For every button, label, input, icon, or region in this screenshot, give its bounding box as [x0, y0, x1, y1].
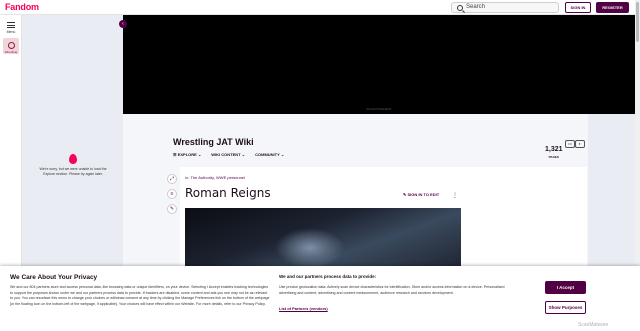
- sign-in-button[interactable]: SIGN IN: [565, 2, 591, 13]
- edit-pencil-icon[interactable]: ✎: [167, 204, 177, 214]
- discussions-button[interactable]: ▭: [565, 140, 575, 148]
- expand-icon[interactable]: ⤢: [167, 174, 177, 184]
- video-player[interactable]: ADVERTISEMENT: [123, 15, 635, 114]
- global-navigation: Fandom Search SIGN IN REGISTER: [0, 0, 640, 15]
- nav-community[interactable]: COMMUNITY ⌄: [255, 152, 284, 157]
- article-image: [185, 208, 461, 268]
- category-link[interactable]: The Authority: [191, 175, 214, 180]
- scrollbar-thumb[interactable]: [636, 2, 639, 42]
- register-button[interactable]: REGISTER: [596, 2, 629, 13]
- image-highlight: [275, 228, 345, 268]
- accept-button[interactable]: I Accept: [545, 281, 586, 294]
- scanmalware-watermark: ScanMalware: [578, 322, 609, 328]
- fandom-heart-icon: [69, 154, 77, 164]
- explore-error-message: We're sorry, but we were unable to load …: [34, 154, 112, 177]
- search-placeholder: Search: [466, 4, 486, 10]
- pages-count: 1,321 PAGES: [545, 146, 563, 159]
- theme-toggle-button[interactable]: ◐: [575, 140, 585, 148]
- explore-error-text: We're sorry, but we were unable to load …: [39, 167, 107, 176]
- nav-wiki-content[interactable]: WIKI CONTENT ⌄: [211, 152, 245, 157]
- consent-purposes-body: Use precise geolocation data. Actively s…: [279, 285, 505, 295]
- consent-title: We Care About Your Privacy: [10, 274, 98, 281]
- video-ad-label: ADVERTISEMENT: [366, 107, 392, 111]
- search-input[interactable]: Search: [451, 2, 559, 13]
- breadcrumb: In: The Authority, WWE personnel: [185, 175, 245, 180]
- category-link[interactable]: WWE personnel: [216, 175, 245, 180]
- search-icon: [457, 5, 463, 11]
- consent-body: We and our 804 partners store and access…: [10, 285, 270, 306]
- wiki-title[interactable]: Wrestling JAT Wiki: [173, 137, 254, 147]
- fandom-logo[interactable]: Fandom: [5, 2, 39, 12]
- show-purposes-button[interactable]: Show Purposes: [545, 301, 586, 314]
- toc-icon[interactable]: ≡: [167, 189, 177, 199]
- consent-banner: We Care About Your Privacy We and our 80…: [0, 266, 640, 331]
- consent-purposes-title: We and our partners process data to prov…: [279, 274, 377, 279]
- nav-explore[interactable]: ☰ EXPLORE ⌄: [173, 152, 201, 157]
- wiki-navigation: ☰ EXPLORE ⌄ WIKI CONTENT ⌄ COMMUNITY ⌄: [173, 152, 284, 157]
- article-title: Roman Reigns: [185, 186, 271, 200]
- menu-icon[interactable]: [7, 22, 15, 28]
- collapse-sidebar-button[interactable]: ‹: [119, 20, 127, 28]
- wiki-community-label: Wrestling: [4, 50, 18, 54]
- menu-label: Menu: [6, 30, 16, 34]
- partners-link[interactable]: List of Partners (vendors): [279, 306, 328, 311]
- more-options-icon[interactable]: ⋮: [452, 192, 458, 199]
- sign-in-to-edit-button[interactable]: ✎ SIGN IN TO EDIT: [403, 192, 439, 197]
